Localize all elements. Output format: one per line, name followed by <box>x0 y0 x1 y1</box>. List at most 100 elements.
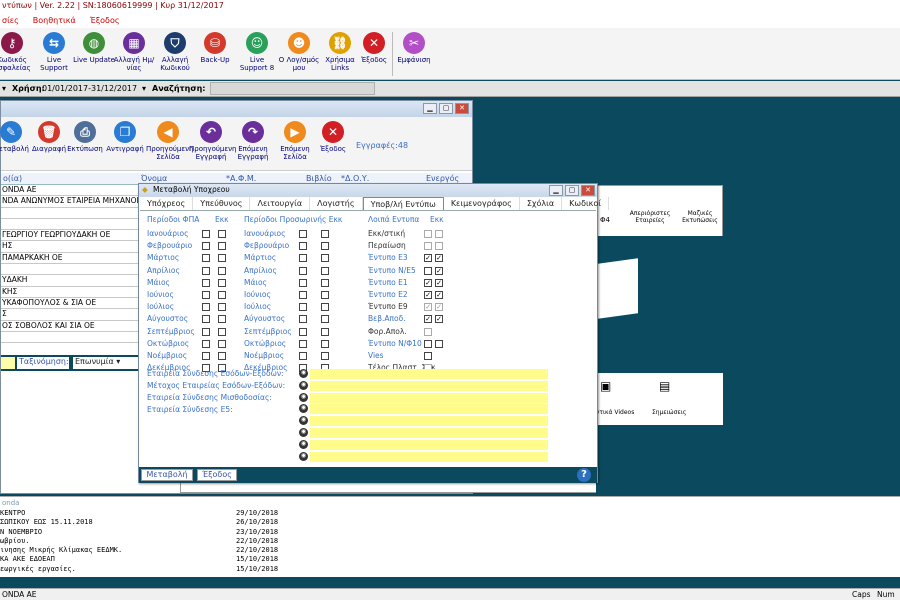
period-checkbox[interactable] <box>321 266 329 275</box>
news-item[interactable]: ΚΑ ΑΚΕ ΕΔΟΕΑΠ 15/10/2018 <box>0 555 900 564</box>
tab[interactable]: Λειτουργία <box>250 197 311 210</box>
period-checkbox[interactable] <box>218 230 226 238</box>
form-checkbox[interactable]: ✓ <box>424 303 432 312</box>
period-checkbox[interactable] <box>299 352 307 360</box>
period-checkbox[interactable] <box>299 278 307 287</box>
minimize-button[interactable]: ▁ <box>549 185 563 196</box>
table-row[interactable]: ΚΗΣ <box>1 287 141 298</box>
save-button[interactable]: Μεταβολή <box>141 469 193 481</box>
period-checkbox[interactable] <box>321 315 329 324</box>
maximize-button[interactable]: ▢ <box>439 103 453 114</box>
period-checkbox[interactable] <box>321 352 329 360</box>
year-value[interactable]: 01/01/2017-31/12/2017 <box>42 84 137 93</box>
table-row[interactable]: ΗΣ <box>1 241 141 253</box>
clients-toolbar-button[interactable]: ↷ Επόμενη Εγγραφή <box>231 121 275 169</box>
news-item[interactable]: ΚΕΝΤΡΟ 29/10/2018 <box>0 509 900 518</box>
link-field[interactable] <box>310 451 548 462</box>
close-button[interactable]: ✕ <box>455 103 469 114</box>
table-row[interactable]: NDA ΑΝΩΝΥΜΟΣ ΕΤΑΙΡΕΙΑ ΜΗΧΑΝΟΡΓ <box>1 196 141 208</box>
toolbar-button[interactable]: ☻ Ο Λογ/σμός μου <box>277 32 321 80</box>
feature-item[interactable]: Μαζικές Εκτυπώσεις <box>680 210 720 224</box>
period-checkbox[interactable] <box>202 278 210 287</box>
column-header[interactable]: *Α.Φ.Μ. <box>226 174 256 183</box>
table-row[interactable]: ΥΚΑΦΟΠΟΥΛΟΣ & ΣΙΑ ΟΕ <box>1 298 141 310</box>
table-row[interactable] <box>1 332 141 344</box>
period-checkbox[interactable] <box>202 230 210 238</box>
form-checkbox[interactable]: ✓ <box>424 254 432 263</box>
tab[interactable]: Λογιστής <box>310 197 363 210</box>
period-checkbox[interactable] <box>202 352 210 360</box>
period-checkbox[interactable] <box>321 230 329 238</box>
period-checkbox[interactable] <box>218 303 226 312</box>
news-item[interactable]: ινησης Μικρής Κλίμακας ΕΕΔΜΚ. 22/10/2018 <box>0 546 900 555</box>
period-checkbox[interactable] <box>202 242 210 251</box>
news-item[interactable]: ΣΩΠΙΚΟΥ ΕΩΣ 15.11.2018 26/10/2018 <box>0 518 900 527</box>
form-checkbox[interactable]: ✓ <box>424 315 432 324</box>
form-checkbox[interactable] <box>435 230 443 238</box>
link-field[interactable] <box>310 428 548 438</box>
news-item[interactable]: ωβρίου. 22/10/2018 <box>0 537 900 546</box>
period-checkbox[interactable] <box>321 278 329 287</box>
period-checkbox[interactable] <box>299 339 307 348</box>
period-checkbox[interactable] <box>218 266 226 275</box>
lookup-icon[interactable]: ◉ <box>299 404 308 414</box>
toolbar-button[interactable]: ✂ Εμφάνιση <box>392 32 436 80</box>
form-checkbox[interactable] <box>424 230 432 238</box>
period-checkbox[interactable] <box>218 352 226 360</box>
menu-item-utilities[interactable]: Βοηθητικά <box>33 16 76 25</box>
clients-toolbar-button[interactable]: ❐ Αντιγραφή <box>103 121 147 169</box>
period-checkbox[interactable] <box>321 242 329 251</box>
period-checkbox[interactable] <box>321 339 329 348</box>
clients-toolbar-button[interactable]: ◀ Προηγούμενη Σελίδα <box>146 121 194 169</box>
search-input[interactable] <box>210 82 375 95</box>
period-checkbox[interactable] <box>299 254 307 263</box>
table-row[interactable]: ΓΕΩΡΓΙΟΥ ΓΕΩΡΓΙΟΥΔΑΚΗ ΟΕ <box>1 230 141 242</box>
clients-toolbar-button[interactable]: ✕ Έξοδος <box>311 121 355 169</box>
period-checkbox[interactable] <box>321 303 329 312</box>
minimize-button[interactable]: ▁ <box>423 103 437 114</box>
column-header[interactable]: Βιβλίο <box>306 174 332 183</box>
period-checkbox[interactable] <box>218 339 226 348</box>
tab[interactable]: Υπεύθυνος <box>193 197 251 210</box>
column-header[interactable]: ο(ία) <box>3 174 22 183</box>
link-field[interactable] <box>310 392 548 403</box>
form-checkbox[interactable]: ✓ <box>435 291 443 299</box>
exit-button[interactable]: Έξοδος <box>197 469 237 481</box>
period-checkbox[interactable] <box>202 254 210 263</box>
tab[interactable]: Κειμενογράφος <box>444 197 520 210</box>
period-checkbox[interactable] <box>321 327 329 336</box>
form-checkbox[interactable]: ✓ <box>435 278 443 287</box>
period-checkbox[interactable] <box>202 315 210 324</box>
link-field[interactable] <box>310 416 548 427</box>
column-header[interactable]: Ενεργός <box>426 174 459 183</box>
feature-item[interactable]: Σημειώσεις <box>652 409 686 416</box>
period-checkbox[interactable] <box>218 242 226 251</box>
table-row[interactable]: ΟΣ ΣΟΒΟΛΟΣ ΚΑΙ ΣΙΑ ΟΕ <box>1 321 141 332</box>
menu-item-companies[interactable]: σίες <box>2 16 19 25</box>
filter-field[interactable] <box>1 357 15 369</box>
toolbar-button[interactable]: ⇆ Live Support <box>32 32 76 80</box>
period-checkbox[interactable] <box>218 291 226 299</box>
period-checkbox[interactable] <box>218 315 226 324</box>
toolbar-button[interactable]: ⚷ Κωδικός Ασφαλείας <box>0 32 34 80</box>
link-field[interactable] <box>310 439 548 450</box>
form-checkbox[interactable] <box>424 242 432 251</box>
period-checkbox[interactable] <box>321 254 329 263</box>
link-field[interactable] <box>310 380 548 391</box>
toolbar-button[interactable]: ✕ Έξοδος <box>352 32 396 80</box>
tab[interactable]: Υπόχρεος <box>140 197 194 210</box>
feature-item[interactable]: Φ4 <box>600 216 610 224</box>
news-item[interactable]: εωργικές εργασίες. 15/10/2018 <box>0 565 900 574</box>
close-button[interactable]: ✕ <box>581 185 595 196</box>
table-row[interactable]: ΥΔΑΚΗ <box>1 275 141 287</box>
period-checkbox[interactable] <box>299 242 307 251</box>
period-checkbox[interactable] <box>218 327 226 336</box>
table-row[interactable] <box>1 208 141 219</box>
tab[interactable]: Κωδικοί <box>562 197 609 210</box>
form-checkbox[interactable] <box>424 339 432 348</box>
sort-select[interactable]: Επωνυμία ▾ <box>73 357 139 369</box>
lookup-icon[interactable]: ◉ <box>299 392 308 402</box>
table-row[interactable] <box>1 264 141 276</box>
form-checkbox[interactable]: ✓ <box>435 303 443 312</box>
table-row[interactable]: Σ <box>1 309 141 321</box>
